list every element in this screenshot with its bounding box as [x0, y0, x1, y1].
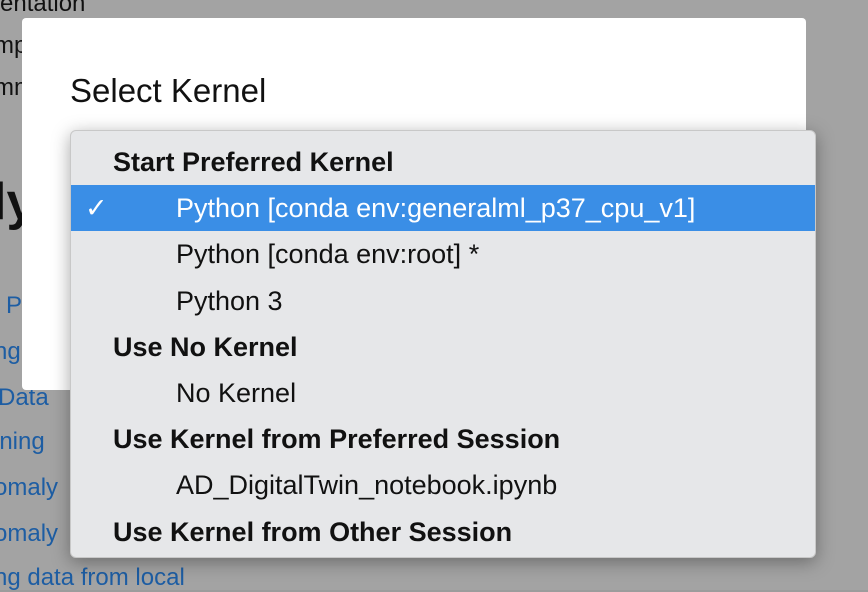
bg-link[interactable]: omaly [0, 474, 58, 502]
menu-row-label: Use No Kernel [113, 331, 298, 362]
menu-row-label: Use Kernel from Preferred Session [113, 424, 561, 455]
menu-item[interactable]: AD_DigitalTwin_notebook.ipynb [71, 462, 815, 508]
bg-text: mentation [0, 0, 86, 17]
menu-item[interactable]: Python 3 [71, 278, 815, 324]
menu-section-header: Start Preferred Kernel [71, 139, 815, 185]
dialog-title: Select Kernel [70, 72, 267, 109]
menu-row-label: Python 3 [176, 285, 283, 316]
menu-row-label: Python [conda env:root] * [176, 239, 480, 270]
menu-row-label: Use Kernel from Other Session [113, 516, 513, 547]
menu-item[interactable]: No Kernel [71, 370, 815, 416]
menu-item[interactable]: ✓ Python [conda env:generalml_p37_cpu_v1] [71, 185, 815, 232]
kernel-dropdown-menu[interactable]: Start Preferred Kernel ✓ Python [conda env… [70, 130, 816, 558]
menu-row-label: Python [conda env:generalml_p37_cpu_v1] [176, 193, 696, 224]
menu-item[interactable]: Python [conda env:root] * [71, 231, 815, 277]
menu-section-header: Use Kernel from Other Session [71, 509, 815, 555]
checkmark-icon: ✓ [85, 193, 108, 224]
menu-row-label: AD_DigitalTwin_notebook.ipynb [176, 470, 558, 501]
menu-section-header: Use No Kernel [71, 324, 815, 370]
menu-row-label: No Kernel [176, 378, 297, 408]
bg-link[interactable]: l P [0, 292, 22, 320]
menu-row-label: Start Preferred Kernel [113, 147, 394, 177]
bg-link[interactable]: ng [0, 338, 21, 366]
menu-section-header: Use Kernel from Preferred Session [71, 416, 815, 462]
bg-link[interactable]: omaly [0, 520, 58, 548]
bg-link[interactable]: ining [0, 428, 45, 456]
bg-link[interactable]: ng data from local [0, 564, 185, 592]
